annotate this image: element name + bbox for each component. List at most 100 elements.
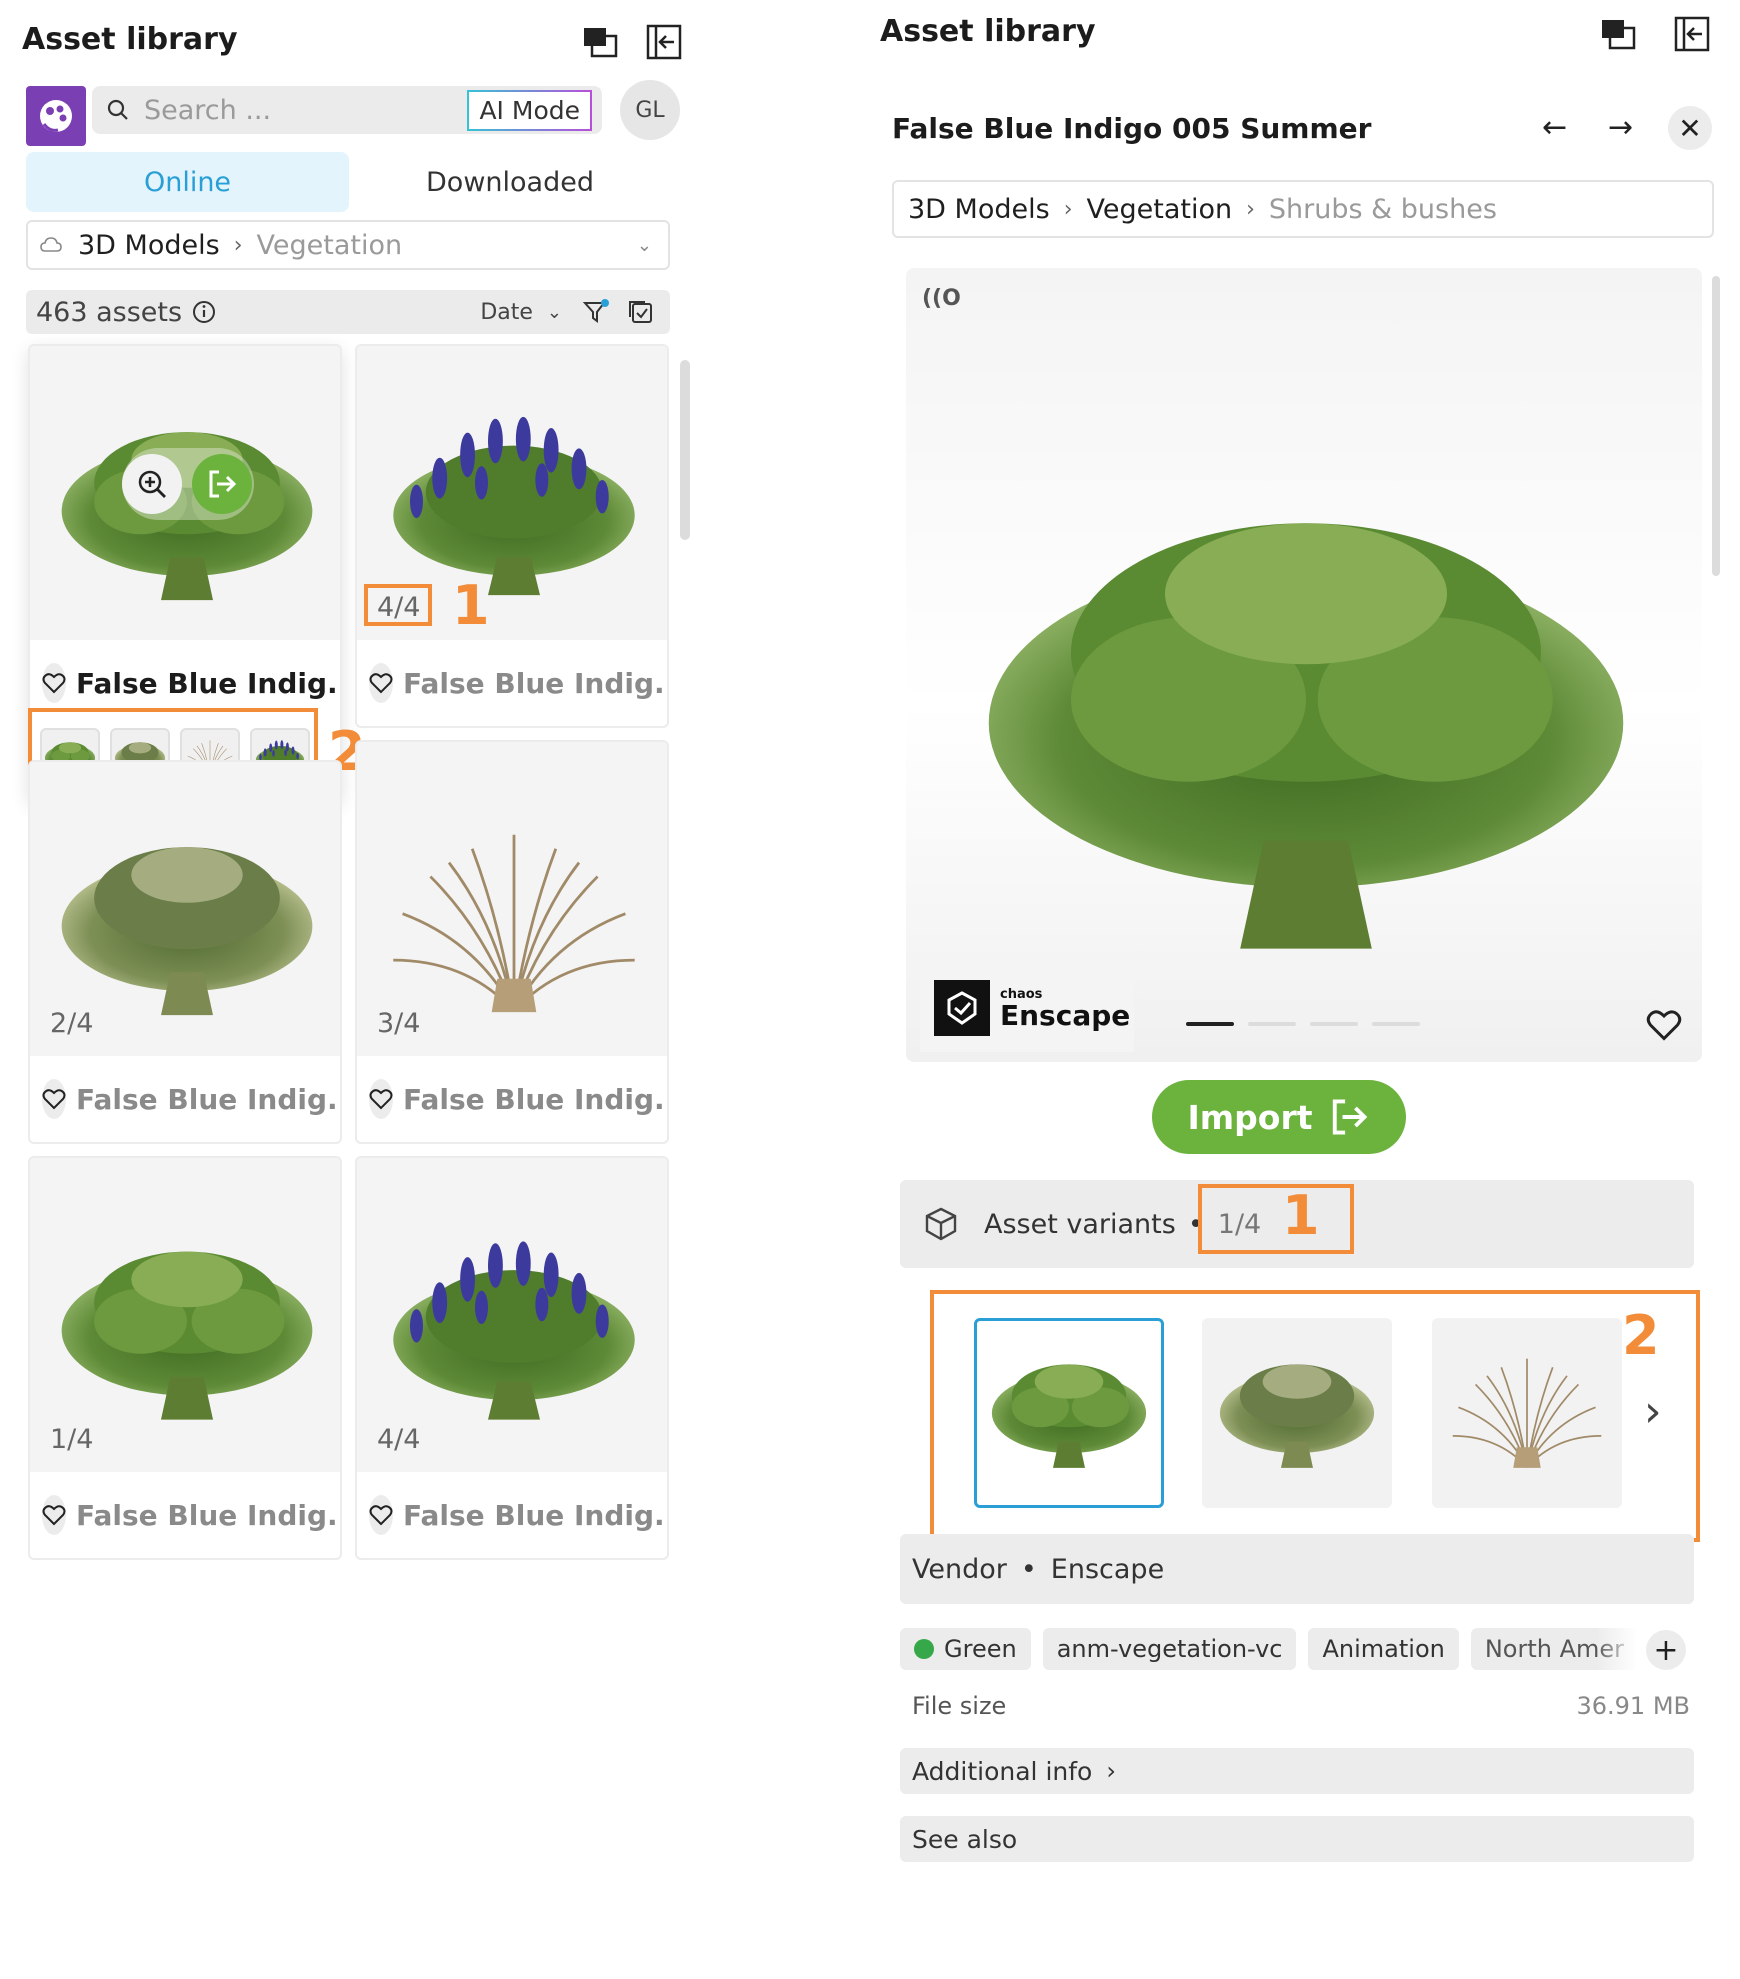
asset-name: False Blue Indig... xyxy=(76,1082,342,1116)
asset-thumbnail[interactable]: 3/4 xyxy=(357,742,667,1056)
avatar[interactable]: GL xyxy=(620,80,680,140)
shrub-image xyxy=(384,1228,644,1433)
tag-color[interactable]: Green xyxy=(900,1628,1031,1670)
asset-thumbnail[interactable]: 4/4 xyxy=(357,1158,667,1472)
asset-thumbnail[interactable] xyxy=(30,346,340,640)
favorite-heart-icon[interactable] xyxy=(42,1079,66,1119)
close-icon[interactable]: ✕ xyxy=(1668,106,1712,150)
asset-card[interactable]: 4/4 False Blue Indig... ((O xyxy=(355,344,669,728)
cube-icon xyxy=(925,1207,957,1241)
search-input[interactable]: Search ... xyxy=(144,95,467,126)
assets-count: 463 assets xyxy=(36,296,183,328)
variant-count: 3/4 xyxy=(377,1008,421,1039)
breadcrumb-item[interactable]: 3D Models xyxy=(78,230,220,261)
asset-name: False Blue Indig... xyxy=(76,666,342,700)
see-also-label: See also xyxy=(912,1824,1018,1854)
carousel-dot[interactable] xyxy=(1310,1022,1358,1026)
favorite-heart-icon[interactable] xyxy=(369,663,393,703)
search-icon xyxy=(107,99,128,120)
breadcrumb-item[interactable]: Vegetation xyxy=(1087,194,1233,225)
shrub-image xyxy=(384,406,644,606)
breadcrumb-separator-icon: › xyxy=(233,232,243,258)
carousel-dot[interactable] xyxy=(1186,1022,1234,1026)
callout-number: 1 xyxy=(452,574,490,637)
quick-import-icon[interactable] xyxy=(192,454,252,514)
previous-asset-icon[interactable]: ← xyxy=(1542,110,1567,145)
favorite-heart-icon[interactable] xyxy=(42,1495,66,1535)
tab-online[interactable]: Online xyxy=(26,152,349,212)
tag[interactable]: Animation xyxy=(1308,1628,1459,1670)
vendor-bar: Vendor • Enscape xyxy=(900,1534,1694,1604)
info-icon[interactable] xyxy=(192,300,216,324)
asset-card[interactable]: 2/4 False Blue Indig... ((O xyxy=(28,760,342,1144)
asset-thumbnail[interactable]: 1/4 xyxy=(30,1158,340,1472)
import-button[interactable]: Import xyxy=(1152,1080,1406,1154)
asset-preview[interactable]: ((O chaos Enscape xyxy=(906,268,1702,1062)
asset-card-footer: False Blue Indig... ((O xyxy=(30,1472,340,1558)
file-size-label: File size xyxy=(912,1692,1007,1720)
image-carousel-indicator[interactable] xyxy=(1186,1022,1420,1026)
breadcrumb-item[interactable]: 3D Models xyxy=(908,194,1050,225)
shrub-image xyxy=(384,818,644,1028)
tag[interactable]: anm-vegetation-vc xyxy=(1042,1628,1297,1670)
breadcrumb[interactable]: 3D Models › Vegetation ⌄ xyxy=(26,220,670,270)
enscape-brand-logo: chaos Enscape xyxy=(920,964,1134,1052)
shrub-image xyxy=(976,488,1636,958)
asset-name: False Blue Indig... xyxy=(403,1498,669,1532)
import-icon xyxy=(1332,1099,1367,1135)
chevron-down-icon[interactable]: ⌄ xyxy=(637,235,652,256)
asset-card[interactable]: 4/4 False Blue Indig... ((O xyxy=(355,1156,669,1560)
left-panel-title: Asset library xyxy=(22,22,238,57)
variant-count: 2/4 xyxy=(50,1008,94,1039)
undock-window-icon[interactable] xyxy=(1596,12,1640,56)
tag[interactable]: North Amer xyxy=(1470,1628,1639,1670)
carousel-dot[interactable] xyxy=(1372,1022,1420,1026)
select-mode-icon[interactable] xyxy=(628,299,654,325)
next-asset-icon[interactable]: → xyxy=(1608,110,1633,145)
color-dot-icon xyxy=(914,1639,934,1659)
asset-card[interactable]: 3/4 False Blue Indig... ((O xyxy=(355,740,669,1144)
favorite-heart-icon[interactable] xyxy=(369,1079,393,1119)
undock-window-icon[interactable] xyxy=(578,20,622,64)
favorite-heart-icon[interactable] xyxy=(42,663,66,703)
collapse-panel-icon[interactable] xyxy=(1670,12,1714,56)
vendor-label: Vendor xyxy=(912,1553,1007,1585)
variant-thumbnail[interactable] xyxy=(1432,1318,1622,1508)
tab-downloaded[interactable]: Downloaded xyxy=(350,152,670,212)
right-scrollbar[interactable] xyxy=(1712,276,1720,576)
sort-chevron-icon[interactable]: ⌄ xyxy=(547,302,562,323)
asset-card-footer: False Blue Indig... ((O xyxy=(357,1472,667,1558)
callout-number: 2 xyxy=(1622,1304,1660,1367)
tag-list: Green anm-vegetation-vc Animation North … xyxy=(900,1628,1680,1674)
asset-title: False Blue Indigo 005 Summer xyxy=(892,112,1372,145)
app-logo-icon[interactable] xyxy=(26,86,86,146)
search-bar[interactable]: Search ... AI Mode xyxy=(92,86,602,134)
callout-box-variant-count xyxy=(1198,1184,1354,1254)
collapse-panel-icon[interactable] xyxy=(642,20,686,64)
breadcrumb-item[interactable]: Vegetation xyxy=(257,230,403,261)
favorite-heart-icon[interactable] xyxy=(1646,1008,1682,1042)
left-scrollbar[interactable] xyxy=(680,360,690,540)
brand-name: Enscape xyxy=(1000,998,1131,1032)
carousel-next-icon[interactable]: › xyxy=(1644,1386,1662,1437)
additional-info-section[interactable]: Additional info › xyxy=(900,1748,1694,1794)
see-also-section[interactable]: See also xyxy=(900,1816,1694,1862)
ai-mode-button[interactable]: AI Mode xyxy=(467,89,592,131)
shrub-image xyxy=(57,1228,317,1433)
sort-select[interactable]: Date xyxy=(480,300,533,325)
filter-icon[interactable] xyxy=(582,298,610,326)
asset-thumbnail[interactable]: 2/4 xyxy=(30,762,340,1056)
file-size-value: 36.91 MB xyxy=(1576,1692,1690,1720)
variant-thumbnail[interactable] xyxy=(1202,1318,1392,1508)
breadcrumb-item[interactable]: Shrubs & bushes xyxy=(1269,194,1497,225)
breadcrumb-separator-icon: › xyxy=(1063,196,1073,222)
asset-name: False Blue Indig... xyxy=(403,666,669,700)
add-tag-icon[interactable]: + xyxy=(1646,1630,1686,1670)
enscape-logo-icon xyxy=(934,980,990,1036)
zoom-in-icon[interactable] xyxy=(122,454,182,514)
favorite-heart-icon[interactable] xyxy=(369,1495,393,1535)
right-panel-title: Asset library xyxy=(880,14,1096,49)
carousel-dot[interactable] xyxy=(1248,1022,1296,1026)
variant-thumbnail-selected[interactable] xyxy=(974,1318,1164,1508)
asset-card[interactable]: 1/4 False Blue Indig... ((O xyxy=(28,1156,342,1560)
